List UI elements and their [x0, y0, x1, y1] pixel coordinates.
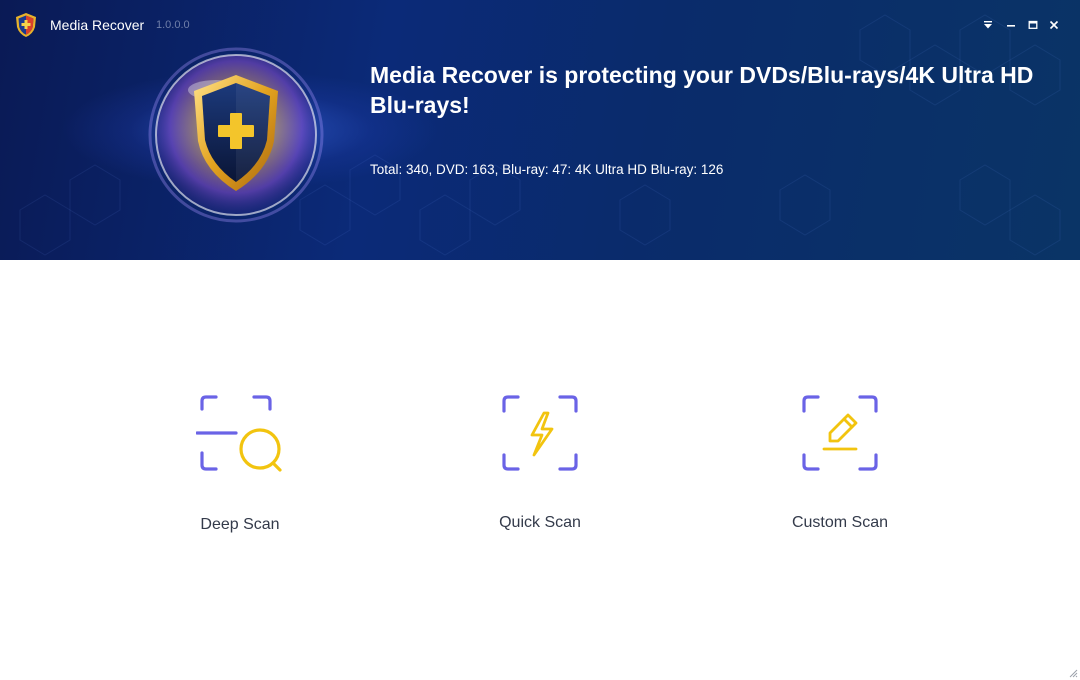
menu-dropdown-icon[interactable]	[981, 17, 995, 33]
minimize-icon[interactable]	[1004, 17, 1018, 33]
quick-scan-icon	[502, 395, 578, 471]
header-banner: Media Recover 1.0.0.0 Media Recover is p…	[0, 0, 1080, 260]
app-title: Media Recover	[50, 17, 145, 33]
deep-scan-button[interactable]: Deep Scan	[140, 393, 340, 563]
custom-scan-icon	[802, 395, 878, 471]
custom-scan-button[interactable]: Custom Scan	[740, 393, 940, 563]
quick-scan-label: Quick Scan	[499, 514, 581, 531]
close-icon[interactable]	[1047, 17, 1061, 33]
protection-headline: Media Recover is protecting your DVDs/Bl…	[370, 62, 1034, 118]
deep-scan-icon	[196, 395, 282, 472]
shield-orb-icon	[148, 47, 324, 223]
deep-scan-label: Deep Scan	[200, 516, 280, 533]
disc-stats: Total: 340, DVD: 163, Blu-ray: 47: 4K Ul…	[370, 162, 724, 177]
custom-scan-label: Custom Scan	[791, 514, 889, 531]
app-logo-icon	[16, 13, 36, 37]
title-bar: Media Recover 1.0.0.0	[0, 0, 1080, 50]
resize-grip-icon[interactable]	[1068, 668, 1078, 678]
maximize-icon[interactable]	[1026, 17, 1040, 33]
app-version: 1.0.0.0	[156, 19, 190, 31]
quick-scan-button[interactable]: Quick Scan	[440, 393, 640, 563]
